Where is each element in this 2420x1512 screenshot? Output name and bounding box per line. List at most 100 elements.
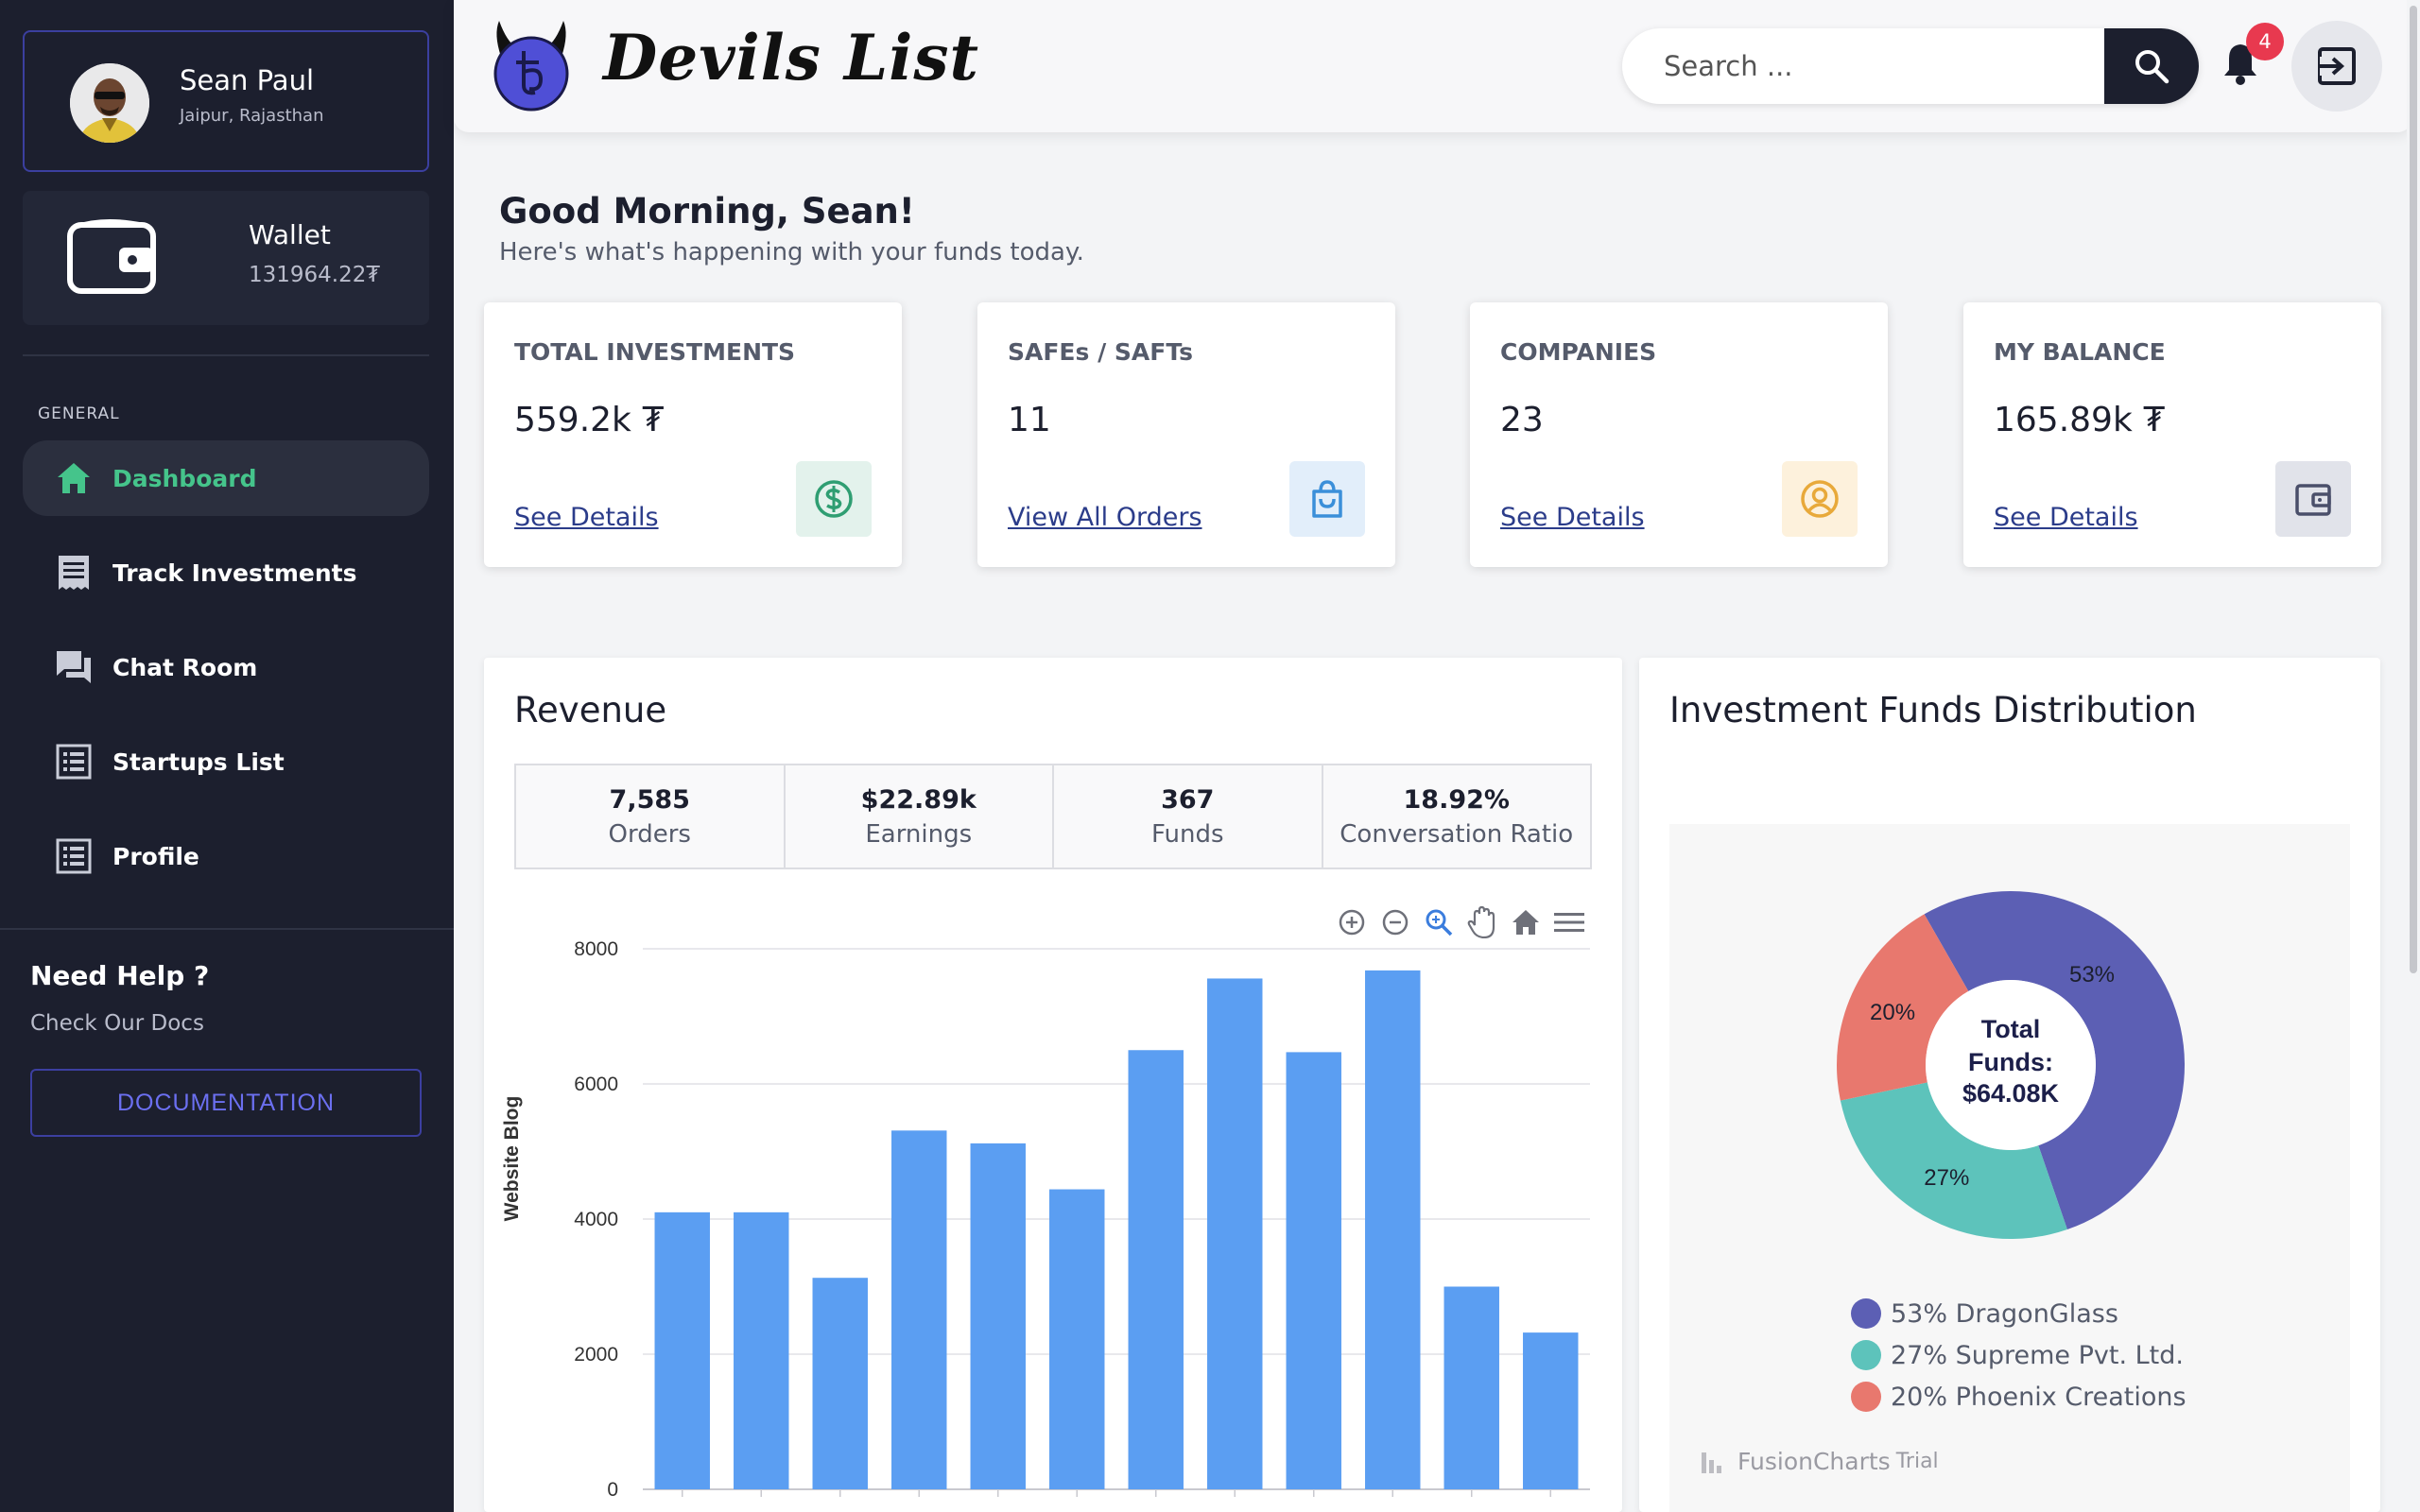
bar[interactable] [970,1143,1026,1489]
legend-item-dragonglass[interactable]: 53% DragonGlass [1851,1298,2118,1329]
metric-value: $22.89k [860,784,977,815]
profile-name: Sean Paul [180,64,315,96]
bar[interactable] [734,1211,789,1489]
profile-location: Jaipur, Rajasthan [180,106,324,126]
metric-funds: 367 Funds [1054,765,1323,868]
sidebar-item-label: Profile [112,842,199,870]
user-circle-icon [1782,461,1858,537]
sidebar-item-profile[interactable]: Profile [23,818,429,894]
see-details-link[interactable]: See Details [1500,503,1645,532]
stat-card-safes: SAFEs / SAFTs 11 View All Orders [977,302,1395,567]
profile-card[interactable]: Sean Paul Jaipur, Rajasthan [23,30,429,172]
donut-center-line-2: Funds: [1968,1048,2053,1076]
stat-title: MY BALANCE [1994,338,2166,366]
revenue-card: Revenue 7,585 Orders $22.89k Earnings 36… [484,658,1622,1512]
fusioncharts-logo-icon [1702,1452,1721,1473]
bar[interactable] [1286,1052,1341,1489]
sidebar-divider [0,928,454,930]
avatar[interactable] [70,63,149,143]
funds-distribution-card: Investment Funds Distribution Total Fund… [1639,658,2380,1512]
wallet-title: Wallet [249,219,331,250]
legend-label: 20% Phoenix Creations [1891,1382,2187,1412]
bar[interactable] [1443,1286,1499,1490]
devil-logo-icon[interactable] [492,19,571,117]
see-details-link[interactable]: See Details [1994,503,2138,532]
legend-dot [1851,1340,1881,1370]
bar[interactable] [891,1130,947,1489]
donut-chart-area: Total Funds: $64.08K 53% 27% 20% 53% Drago… [1669,824,2350,1512]
chart-y-ticks: 0 2000 4000 6000 8000 [574,938,618,1501]
funds-distribution-title: Investment Funds Distribution [1669,690,2197,730]
notification-count-badge: 4 [2246,23,2284,60]
chart-bars [654,970,1579,1490]
dollar-circle-icon [796,461,872,537]
metric-label: Funds [1150,819,1224,849]
legend-item-supreme[interactable]: 27% Supreme Pvt. Ltd. [1851,1340,2184,1370]
legend-dot [1851,1382,1881,1412]
sidebar-item-label: Startups List [112,747,285,776]
home-icon [58,463,90,493]
bar[interactable] [1049,1189,1105,1489]
bar[interactable] [1128,1050,1184,1489]
bar[interactable] [1365,970,1421,1489]
donut-center-line-1: Total [1981,1015,2041,1043]
wallet-icon [2275,461,2351,537]
legend-label: 27% Supreme Pvt. Ltd. [1891,1340,2184,1370]
scrollbar-thumb[interactable] [2410,6,2417,973]
list-icon [56,744,92,780]
search-input[interactable] [1622,28,2104,104]
stat-value: 165.89k ₮ [1994,401,2166,439]
chat-icon [57,651,91,683]
funds-donut-chart: Total Funds: $64.08K 53% 27% 20% [1837,891,2185,1239]
search-button[interactable] [2104,28,2199,104]
section-label-general: GENERAL [38,404,120,423]
help-subtitle: Check Our Docs [30,1011,204,1036]
revenue-metrics: 7,585 Orders $22.89k Earnings 367 Funds … [514,764,1592,869]
bar[interactable] [812,1278,868,1489]
view-all-orders-link[interactable]: View All Orders [1008,503,1202,532]
stat-value: 559.2k ₮ [514,401,665,439]
search-icon [2135,50,2169,84]
documentation-button[interactable]: DOCUMENTATION [30,1069,422,1137]
metric-label: Conversation Ratio [1340,819,1574,849]
logout-button[interactable] [2291,21,2382,112]
wallet-card[interactable]: Wallet 131964.22₮ [23,191,429,325]
metric-earnings: $22.89k Earnings [785,765,1054,868]
page-scrollbar[interactable] [2407,0,2420,1512]
shopping-bag-icon [1289,461,1365,537]
chart-x-ticks: Jan '0103 Jan05 Jan07 Jan09 Jan11 Jan [646,1489,1551,1512]
stat-title: COMPANIES [1500,338,1657,366]
metric-conversion-ratio: 18.92% Conversation Ratio [1322,765,1590,868]
sidebar-item-chat-room[interactable]: Chat Room [23,629,429,705]
sidebar-item-track-investments[interactable]: Track Investments [23,535,429,610]
stat-value: 23 [1500,401,1544,439]
top-header: Devils List 4 [454,0,2412,132]
help-title: Need Help ? [30,960,210,991]
stat-title: SAFEs / SAFTs [1008,338,1193,366]
stat-card-companies: COMPANIES 23 See Details [1470,302,1888,567]
see-details-link[interactable]: See Details [514,503,659,532]
bar[interactable] [654,1211,710,1489]
sidebar-item-dashboard[interactable]: Dashboard [23,440,429,516]
search-bar [1622,28,2199,104]
greeting-title: Good Morning, Sean! [499,191,915,232]
y-tick-label: 8000 [574,938,618,960]
legend-item-phoenix[interactable]: 20% Phoenix Creations [1851,1382,2187,1412]
y-axis-label: Website Blog [501,1096,523,1222]
y-tick-label: 0 [607,1479,618,1501]
sidebar-item-startups-list[interactable]: Startups List [23,724,429,799]
metric-orders: 7,585 Orders [516,765,786,868]
sidebar-divider [23,354,429,356]
fusioncharts-credit[interactable]: FusionCharts Trial [1700,1448,1939,1475]
donut-slice-label: 27% [1924,1165,1969,1191]
stat-value: 11 [1008,401,1051,439]
brand-name: Devils List [603,21,979,94]
metric-label: Earnings [865,819,973,849]
wallet-icon [66,217,157,301]
bar[interactable] [1523,1332,1579,1489]
bar[interactable] [1207,978,1263,1489]
stat-title: TOTAL INVESTMENTS [514,338,796,366]
list-icon [56,838,92,874]
y-tick-label: 4000 [574,1209,618,1230]
receipt-icon [59,556,89,590]
